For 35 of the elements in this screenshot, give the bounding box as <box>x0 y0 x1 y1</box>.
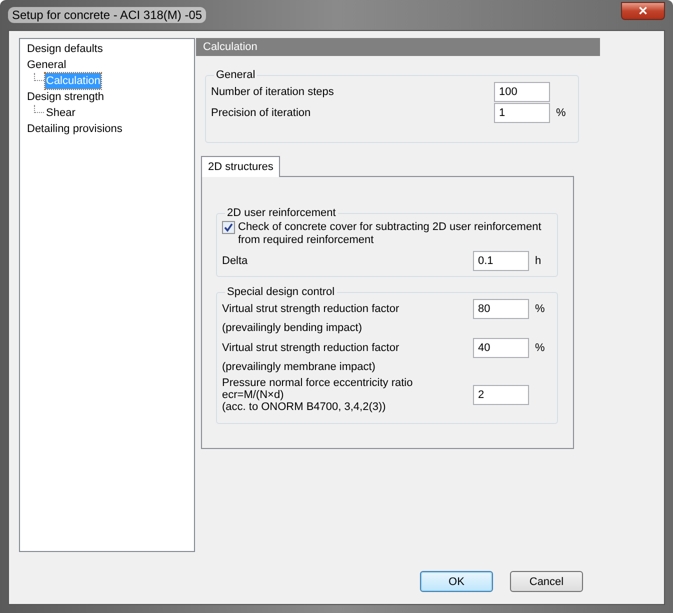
note-text: (prevailingly membrane impact) <box>222 360 376 375</box>
dialog-button[interactable]: Cancel <box>510 571 583 592</box>
field-label: Delta <box>222 254 249 266</box>
tree-item[interactable]: Design strength <box>26 89 106 105</box>
unit-label: % <box>556 106 566 118</box>
group-title: 2D user reinforcement <box>226 207 337 219</box>
input-field[interactable]: 0.1 <box>473 250 529 270</box>
field-label: Virtual strut strength reduction factor <box>222 302 400 314</box>
checkbox-label: Check of concrete cover for subtracting 2D user reinforcement from required reinforcement <box>238 221 542 247</box>
note-text: (prevailingly bending impact) <box>222 321 364 336</box>
group-title: Special design control <box>226 286 336 298</box>
field-label: Pressure normal force eccentricity ratio ecr=M/(N×d) (acc. to ONORM B4700, 3,4,2(3)) <box>222 377 414 413</box>
tree-item[interactable]: General <box>26 57 68 73</box>
field-label: Virtual strut strength reduction factor <box>222 342 400 354</box>
unit-label: % <box>535 302 545 314</box>
tab[interactable]: 2D structures <box>201 156 280 177</box>
input-field[interactable]: 1 <box>494 102 550 122</box>
tree-item[interactable]: Design defaults <box>26 41 104 57</box>
close-button[interactable]: ✕ <box>621 2 665 20</box>
field-label: Precision of iteration <box>211 106 312 118</box>
checkbox[interactable] <box>222 221 235 234</box>
field-label: Number of iteration steps <box>211 86 335 98</box>
tree-item[interactable]: Shear <box>45 105 76 121</box>
input-field[interactable]: 40 <box>473 338 529 358</box>
input-field[interactable]: 2 <box>473 385 529 405</box>
group-title: General <box>215 69 256 81</box>
tree-connector-icon <box>34 105 44 113</box>
dialog-button[interactable]: OK <box>420 571 493 592</box>
section-header: Calculation <box>196 38 600 56</box>
tree-item[interactable]: Detailing provisions <box>26 121 124 137</box>
input-field[interactable]: 80 <box>473 298 529 318</box>
input-field[interactable]: 100 <box>494 82 550 102</box>
unit-label: h <box>535 254 542 266</box>
unit-label: % <box>535 342 545 354</box>
window-title: Setup for concrete - ACI 318(M) -05 <box>8 7 206 23</box>
